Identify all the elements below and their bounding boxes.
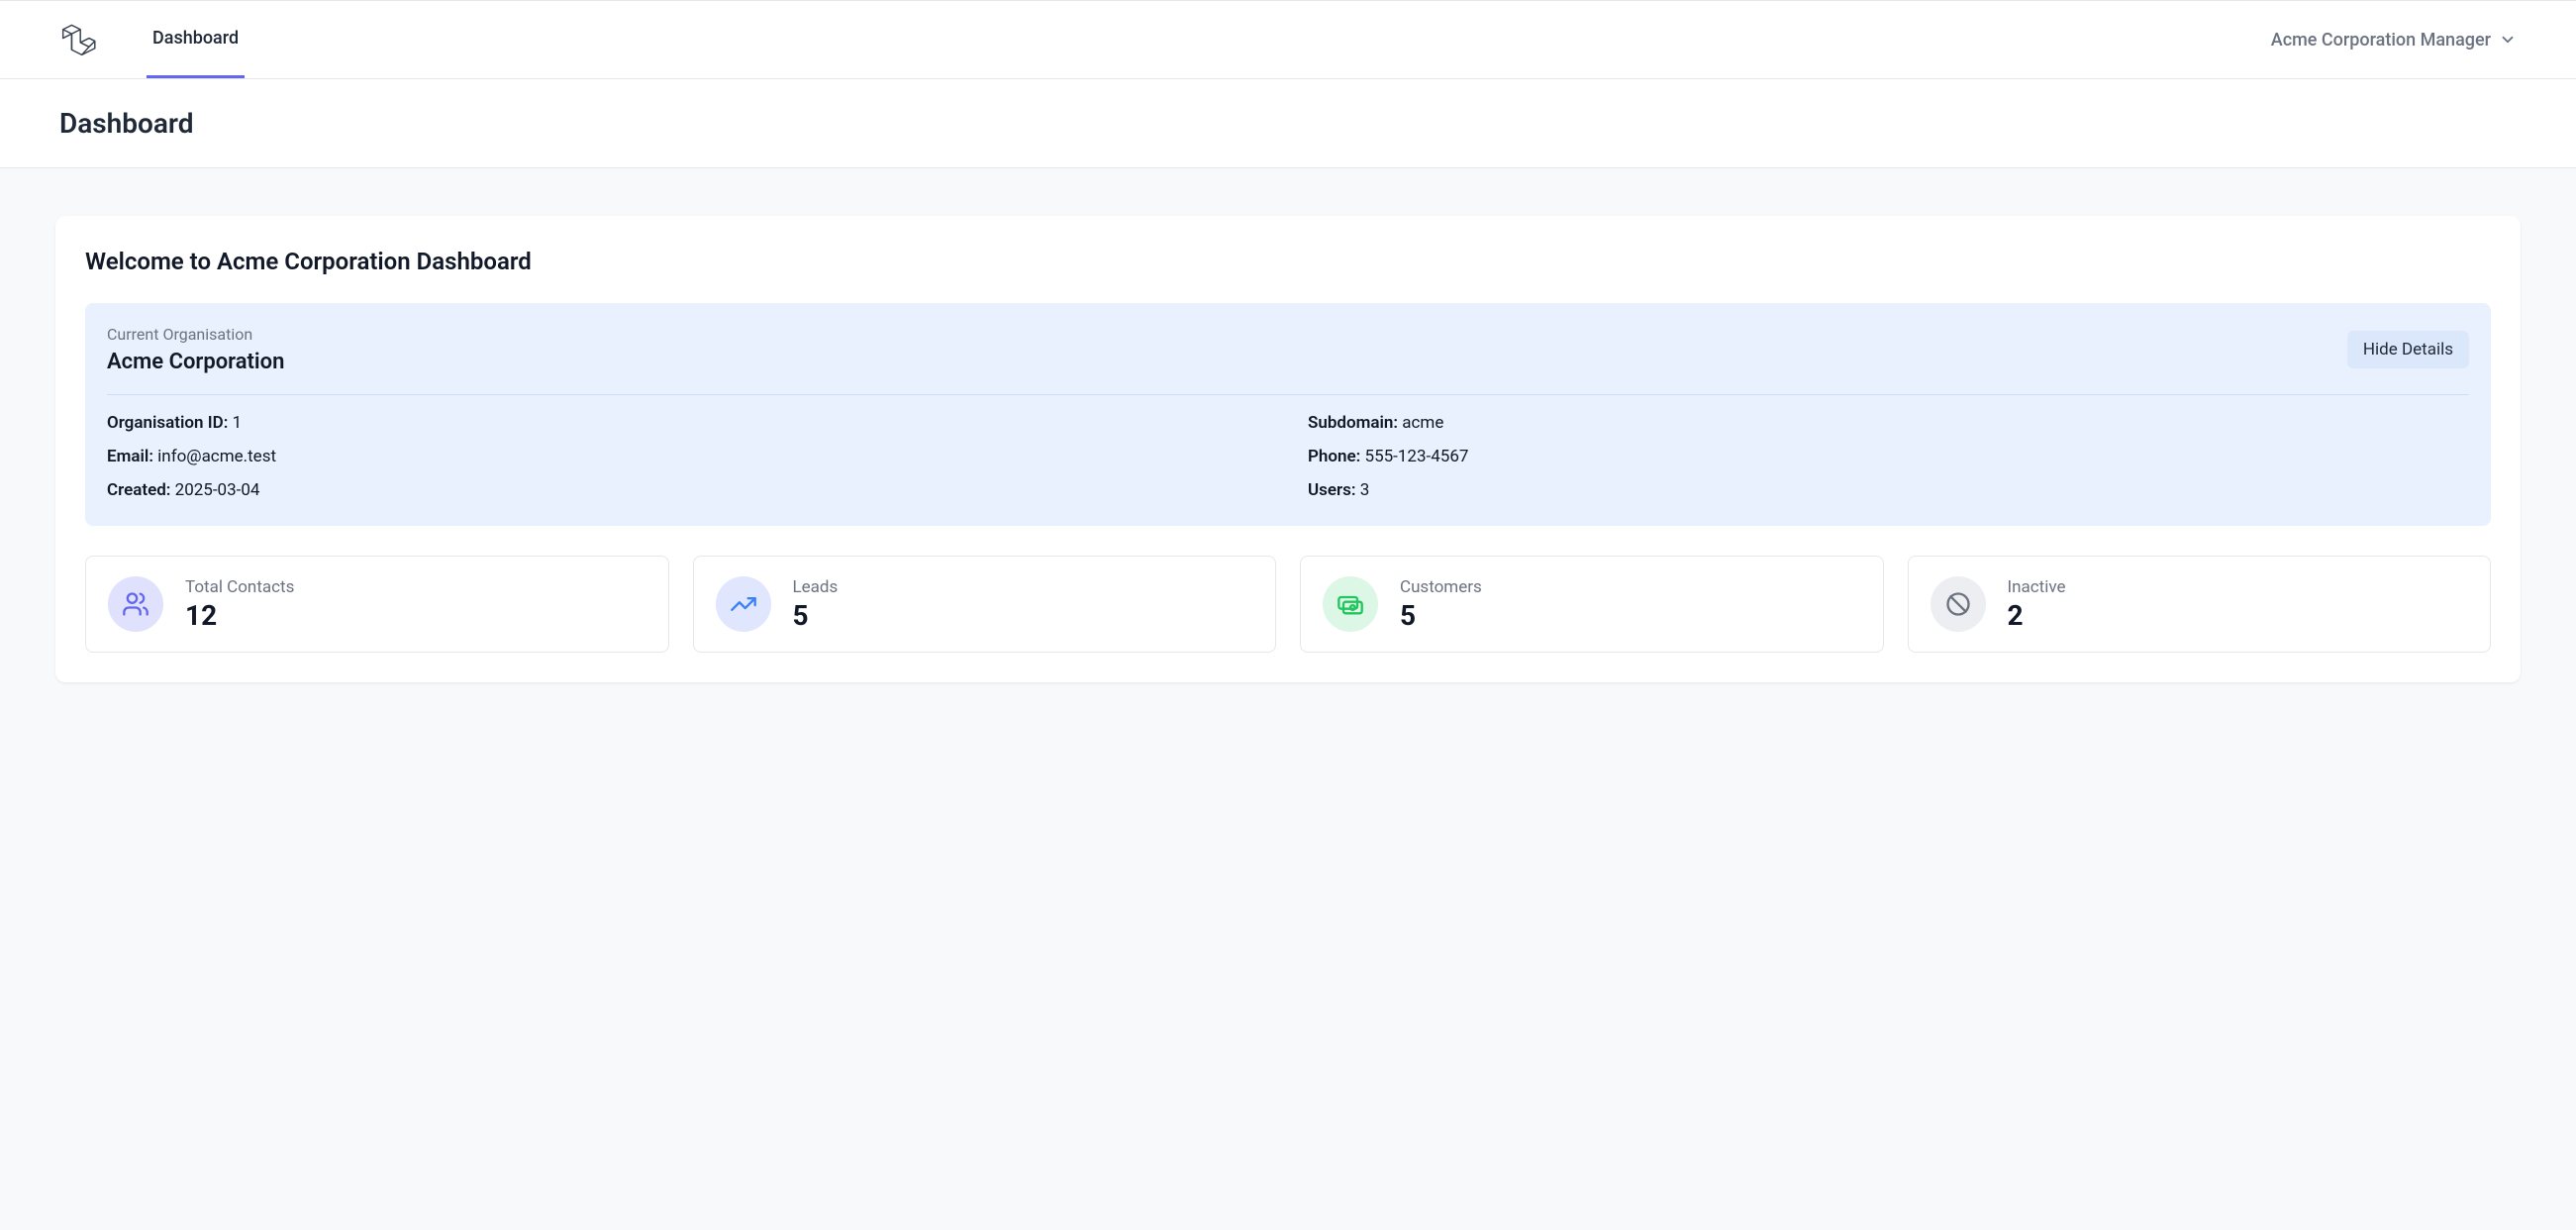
org-field-created: Created: 2025-03-04 — [107, 480, 1268, 500]
page-title: Dashboard — [59, 107, 2517, 140]
app-logo[interactable] — [59, 1, 97, 78]
ban-icon — [1931, 576, 1986, 632]
user-menu[interactable]: Acme Corporation Manager — [2271, 1, 2517, 78]
stat-card-total-contacts: Total Contacts 12 — [85, 556, 669, 653]
hide-details-button[interactable]: Hide Details — [2347, 331, 2469, 368]
org-field-phone: Phone: 555-123-4567 — [1308, 447, 2469, 466]
users-icon — [108, 576, 163, 632]
stat-value: 12 — [185, 599, 294, 632]
stats-row: Total Contacts 12 Leads 5 — [85, 556, 2491, 653]
chevron-down-icon — [2499, 31, 2517, 49]
org-field-users: Users: 3 — [1308, 480, 2469, 500]
stat-value: 2 — [2008, 599, 2066, 632]
stat-card-customers: Customers 5 — [1300, 556, 1884, 653]
welcome-heading: Welcome to Acme Corporation Dashboard — [85, 248, 2491, 275]
stat-card-leads: Leads 5 — [693, 556, 1277, 653]
stat-label: Inactive — [2008, 577, 2066, 597]
nav-tabs: Dashboard — [147, 1, 245, 78]
dashboard-card: Welcome to Acme Corporation Dashboard Cu… — [55, 216, 2521, 682]
cash-icon — [1323, 576, 1378, 632]
stat-label: Leads — [793, 577, 839, 597]
divider — [107, 394, 2469, 395]
organisation-label: Current Organisation — [107, 325, 2347, 344]
laravel-logo-icon — [59, 21, 97, 58]
main-content: Welcome to Acme Corporation Dashboard Cu… — [0, 168, 2576, 730]
organisation-name: Acme Corporation — [107, 350, 2347, 374]
org-field-subdomain: Subdomain: acme — [1308, 413, 2469, 433]
stat-value: 5 — [1400, 599, 1482, 632]
user-menu-label: Acme Corporation Manager — [2271, 30, 2491, 51]
nav-tab-dashboard[interactable]: Dashboard — [147, 1, 245, 78]
org-field-id: Organisation ID: 1 — [107, 413, 1268, 433]
page-header: Dashboard — [0, 79, 2576, 168]
stat-card-inactive: Inactive 2 — [1908, 556, 2492, 653]
trending-up-icon — [716, 576, 771, 632]
org-field-email: Email: info@acme.test — [107, 447, 1268, 466]
nav-tab-label: Dashboard — [152, 28, 239, 49]
organisation-panel: Current Organisation Acme Corporation Hi… — [85, 303, 2491, 526]
stat-value: 5 — [793, 599, 839, 632]
organisation-details: Organisation ID: 1 Subdomain: acme Email… — [107, 413, 2469, 500]
stat-label: Total Contacts — [185, 577, 294, 597]
stat-label: Customers — [1400, 577, 1482, 597]
top-nav: Dashboard Acme Corporation Manager — [0, 0, 2576, 79]
